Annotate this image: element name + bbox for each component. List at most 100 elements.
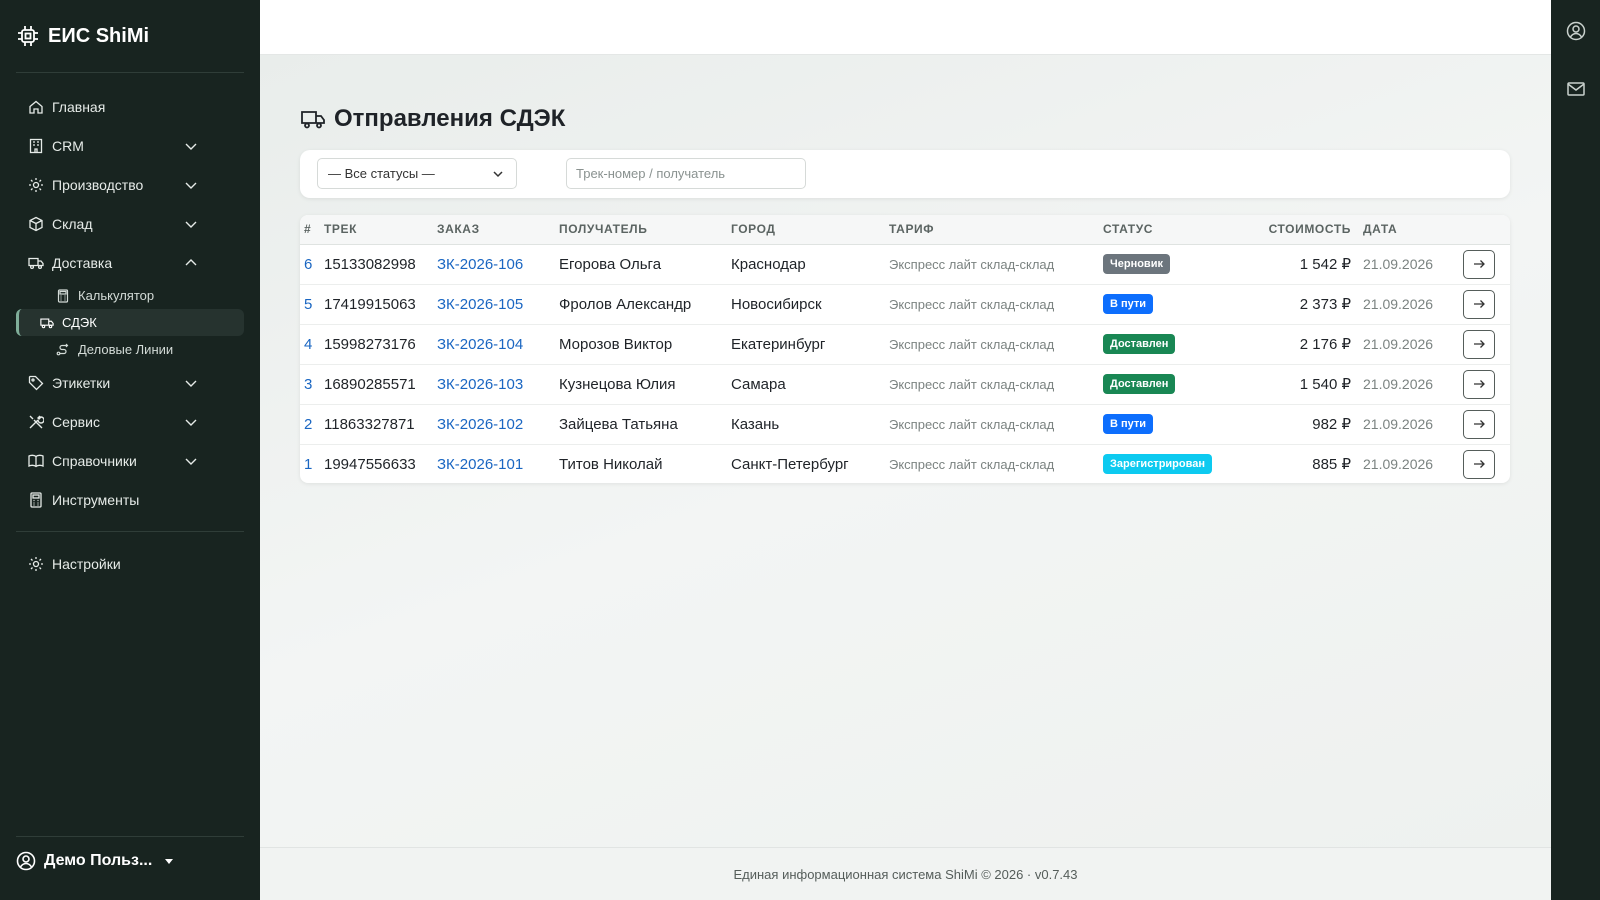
tariff: Экспресс лайт склад-склад	[889, 456, 1055, 472]
order-link[interactable]: ЗК-2026-102	[433, 404, 555, 444]
recipient: Кузнецова Юлия	[559, 375, 676, 393]
nav-item-tools[interactable]: Инструменты	[0, 480, 260, 519]
row-number: 6	[304, 255, 313, 273]
chevron-down-icon	[185, 221, 197, 228]
user-circle-icon	[16, 851, 36, 871]
nav-label: Этикетки	[52, 374, 111, 391]
nav-item-settings[interactable]: Настройки	[0, 544, 260, 583]
home-icon	[29, 100, 43, 114]
order-link[interactable]: ЗК-2026-105	[433, 284, 555, 324]
mail-icon[interactable]	[1566, 79, 1586, 99]
chip-icon	[18, 26, 38, 46]
order-link[interactable]: ЗК-2026-106	[433, 244, 555, 284]
col-header[interactable]: ЗАКАЗ	[433, 215, 555, 245]
box-icon	[29, 216, 43, 231]
sub-item-calculator[interactable]: Калькулятор	[16, 282, 244, 309]
col-header[interactable]: ТАРИФ	[885, 215, 1099, 245]
status-cell: В пути	[1099, 404, 1249, 444]
cost: 1 542 ₽	[1299, 256, 1351, 273]
order-link[interactable]: ЗК-2026-104	[433, 324, 555, 364]
open-shipment-button[interactable]	[1463, 329, 1495, 359]
open-shipment-button[interactable]	[1463, 249, 1495, 279]
table-body: 6 15133082998 ЗК-2026-106 Егорова Ольга Крас…	[300, 244, 1510, 483]
user-circle-icon[interactable]	[1566, 21, 1586, 41]
city: Екатеринбург	[731, 335, 826, 353]
shipments-table-card: # ТРЕК ЗАКАЗ ПОЛУЧАТЕЛЬ ГОРОД ТАРИФ СТАТ…	[300, 215, 1510, 483]
date: 21.09.2026	[1363, 376, 1434, 392]
main-nav: Главная CRM Производство Склад Доставка …	[0, 73, 260, 519]
track-number: 16890285571	[324, 375, 416, 393]
status-cell: Черновик	[1099, 244, 1249, 284]
user-name: Демо Польз...	[44, 852, 153, 869]
nav-item-production[interactable]: Производство	[0, 165, 260, 204]
date: 21.09.2026	[1363, 456, 1434, 472]
search-input[interactable]	[566, 158, 806, 189]
arrow-right-icon	[1474, 420, 1485, 428]
status-select[interactable]: — Все статусы —	[317, 158, 517, 189]
footer-text: Единая информационная система ShiMi © 20…	[733, 867, 1078, 882]
gear-icon	[29, 177, 43, 192]
nav-item-crm[interactable]: CRM	[0, 126, 260, 165]
status-cell: Доставлен	[1099, 324, 1249, 364]
building-icon	[29, 138, 43, 153]
col-header[interactable]: СТАТУС	[1099, 215, 1249, 245]
brand[interactable]: ЕИС ShiMi	[0, 0, 260, 72]
chevron-down-icon	[185, 143, 197, 150]
col-header[interactable]: ПОЛУЧАТЕЛЬ	[555, 215, 727, 245]
col-header[interactable]: СТОИМОСТЬ	[1249, 215, 1359, 245]
open-shipment-button[interactable]	[1463, 449, 1495, 479]
open-shipment-button[interactable]	[1463, 409, 1495, 439]
track-number: 17419915063	[324, 295, 416, 313]
row-number: 3	[304, 375, 313, 393]
sub-item-cdek[interactable]: СДЭК	[16, 309, 244, 336]
nav-item-home[interactable]: Главная	[0, 87, 260, 126]
page-title-text: Отправления СДЭК	[334, 105, 566, 132]
recipient: Титов Николай	[559, 455, 663, 473]
nav-item-warehouse[interactable]: Склад	[0, 204, 260, 243]
col-header[interactable]: ГОРОД	[727, 215, 885, 245]
chevron-up-icon	[185, 259, 197, 266]
status-badge: Доставлен	[1103, 334, 1176, 354]
city: Казань	[731, 415, 780, 433]
chevron-down-icon	[185, 458, 197, 465]
action-cell	[1459, 284, 1510, 324]
city: Самара	[731, 375, 786, 393]
tag-icon	[28, 375, 44, 390]
col-header[interactable]: ДАТА	[1359, 215, 1459, 245]
chevron-down-icon	[185, 182, 197, 189]
nav-item-delivery[interactable]: Доставка	[0, 243, 260, 282]
arrow-right-icon	[1474, 260, 1485, 268]
user-menu[interactable]: Демо Польз...	[0, 837, 260, 885]
table-row: 6 15133082998 ЗК-2026-106 Егорова Ольга Крас…	[300, 244, 1510, 284]
chevron-down-icon	[185, 419, 197, 426]
col-header[interactable]: ТРЕК	[320, 215, 433, 245]
tariff: Экспресс лайт склад-склад	[889, 416, 1055, 432]
sub-item-dellin[interactable]: Деловые Линии	[16, 336, 244, 363]
nav-item-service[interactable]: Сервис	[0, 402, 260, 441]
table-row: 3 16890285571 ЗК-2026-103 Кузнецова Юлия Сам…	[300, 364, 1510, 404]
date: 21.09.2026	[1363, 296, 1434, 312]
nav-label: Сервис	[52, 413, 100, 430]
status-select-value: — Все статусы —	[328, 166, 435, 181]
nav-item-labels[interactable]: Этикетки	[0, 363, 260, 402]
table-row: 5 17419915063 ЗК-2026-105 Фролов Александр Н…	[300, 284, 1510, 324]
table-row: 1 19947556633 ЗК-2026-101 Титов Николай Санк…	[300, 444, 1510, 483]
truck-icon	[28, 257, 44, 269]
open-shipment-button[interactable]	[1463, 369, 1495, 399]
order-link[interactable]: ЗК-2026-103	[433, 364, 555, 404]
footer: Единая информационная система ShiMi © 20…	[260, 847, 1551, 900]
nav-item-references[interactable]: Справочники	[0, 441, 260, 480]
status-badge: Доставлен	[1103, 374, 1176, 394]
nav-label: Справочники	[52, 452, 137, 469]
brand-name: ЕИС ShiMi	[48, 24, 150, 47]
cost: 1 540 ₽	[1299, 376, 1351, 393]
recipient: Зайцева Татьяна	[559, 415, 678, 433]
date: 21.09.2026	[1363, 416, 1434, 432]
tariff: Экспресс лайт склад-склад	[889, 336, 1055, 352]
open-shipment-button[interactable]	[1463, 289, 1495, 319]
order-link[interactable]: ЗК-2026-101	[433, 444, 555, 483]
top-bar	[260, 0, 1551, 55]
truck-icon	[40, 317, 54, 328]
nav-label: Доставка	[52, 254, 113, 271]
cost: 2 176 ₽	[1299, 336, 1351, 353]
